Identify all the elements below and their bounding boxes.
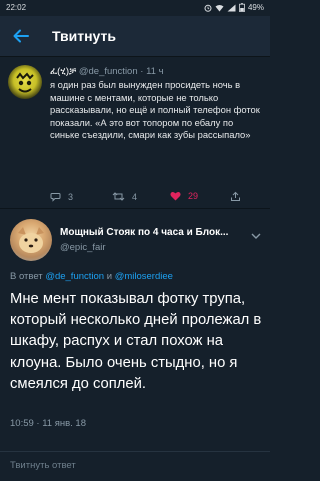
page-title: Твитнуть xyxy=(52,28,116,44)
reply-icon xyxy=(50,193,61,202)
author-name[interactable]: ፈ(ሂ)ቻ xyxy=(50,66,76,77)
mention-link[interactable]: @de_function xyxy=(45,271,104,282)
reply-prefix: В ответ xyxy=(10,271,43,282)
status-bar: 22:02 49% xyxy=(0,0,270,16)
avatar-graphic xyxy=(16,72,34,93)
reply-conjunction: и xyxy=(106,271,113,282)
mention-link[interactable]: @miloserdiee xyxy=(115,271,173,282)
wifi-icon xyxy=(215,4,224,11)
app-bar: Твитнуть xyxy=(0,16,270,57)
like-count: 29 xyxy=(188,191,199,201)
avatar[interactable] xyxy=(8,65,42,99)
alarm-icon xyxy=(204,4,212,12)
back-arrow-icon[interactable] xyxy=(10,25,32,47)
status-icons: 49% xyxy=(204,3,264,12)
like-button[interactable]: 29 xyxy=(170,191,198,201)
tweet-text: я один раз был вынужден просидеть ночь в… xyxy=(50,79,260,141)
reply-composer[interactable]: Твитнуть ответ xyxy=(0,451,270,481)
parent-tweet[interactable]: ፈ(ሂ)ቻ @de_function · 11 ч я один раз был… xyxy=(0,57,270,210)
reply-button[interactable]: 3 xyxy=(50,191,73,202)
author-handle[interactable]: @epic_fair xyxy=(60,242,106,253)
author-name[interactable]: Мощный Стояк по 4 часа и Блок... xyxy=(60,227,228,238)
tweet-actions: 3 4 29 xyxy=(50,191,260,205)
chevron-down-icon[interactable] xyxy=(250,231,262,241)
battery-icon xyxy=(239,3,245,12)
avatar[interactable] xyxy=(10,219,52,261)
reply-context: В ответ @de_function и @miloserdiee xyxy=(10,271,173,282)
avatar-graphic xyxy=(18,227,44,253)
retweet-count: 4 xyxy=(132,191,138,202)
signal-icon xyxy=(227,4,236,11)
battery-level: 49% xyxy=(247,3,264,12)
retweet-icon xyxy=(112,192,125,201)
retweet-button[interactable]: 4 xyxy=(112,191,137,202)
tweet-header: ፈ(ሂ)ቻ @de_function · 11 ч xyxy=(50,66,164,77)
separator-dot: · xyxy=(140,66,144,77)
share-button[interactable] xyxy=(230,191,241,202)
tweet-timestamp: 10:59 · 11 янв. 18 xyxy=(10,418,86,429)
author-handle[interactable]: @de_function xyxy=(79,66,138,77)
share-icon xyxy=(231,191,240,201)
reply-count: 3 xyxy=(68,191,74,202)
tweet-text: Мне мент показывал фотку трупа, который … xyxy=(10,291,262,392)
reply-input[interactable]: Твитнуть ответ xyxy=(10,460,76,471)
focused-tweet: Мощный Стояк по 4 часа и Блок... @epic_f… xyxy=(0,209,270,454)
status-time: 22:02 xyxy=(6,3,27,12)
heart-icon xyxy=(170,191,181,201)
tweet-age: 11 ч xyxy=(146,66,164,77)
